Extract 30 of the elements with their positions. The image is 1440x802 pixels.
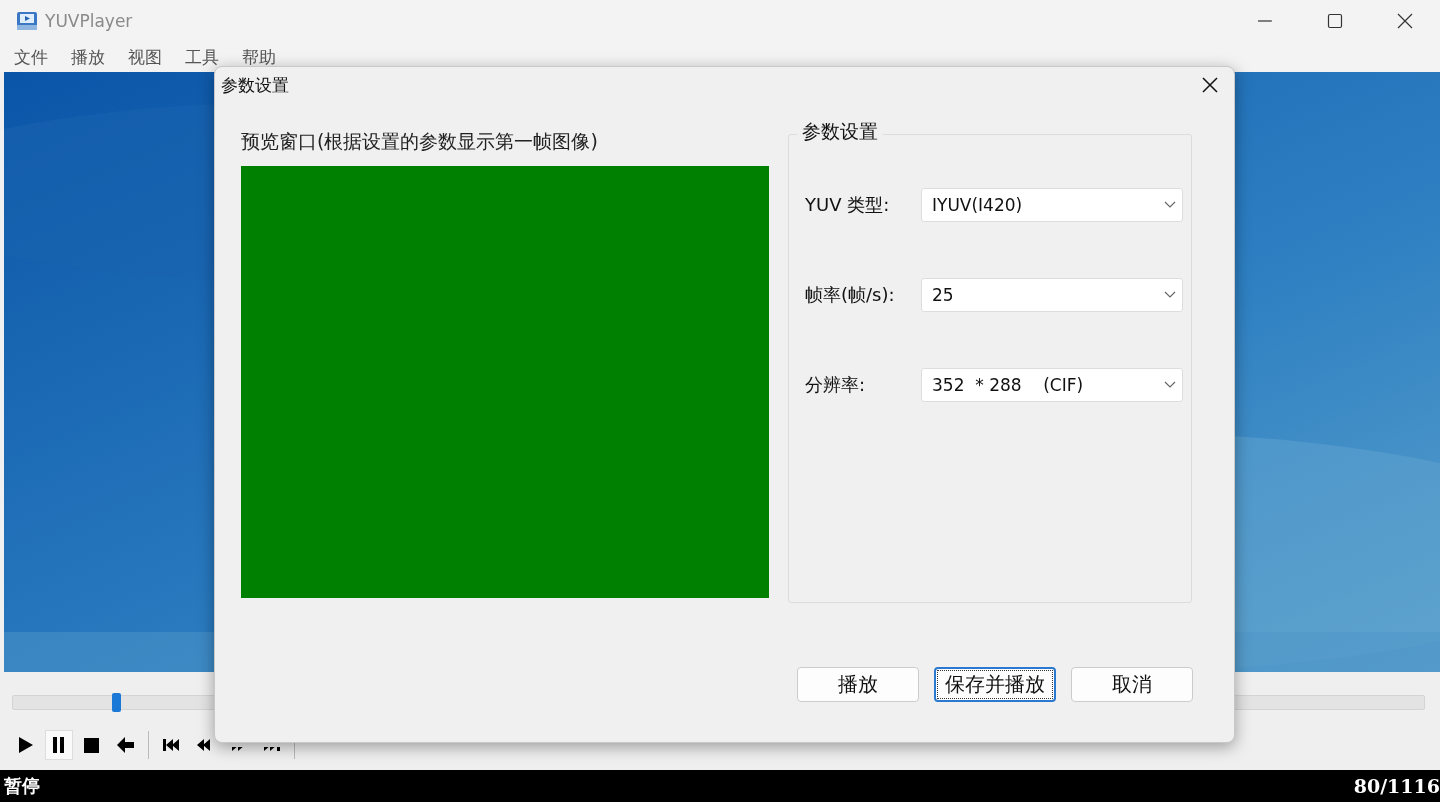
dialog-button[interactable]: 播放 — [797, 667, 919, 702]
menu-item[interactable]: 播放 — [64, 45, 112, 69]
field-label: 帧率(帧/s): — [805, 283, 896, 307]
dialog-button[interactable]: 保存并播放 — [934, 667, 1056, 702]
chevron-icon — [1164, 381, 1176, 389]
dropdown[interactable]: 352 * 288 (CIF) — [921, 368, 1183, 402]
preview-label: 预览窗口(根据设置的参数显示第一帧图像) — [241, 129, 599, 154]
dialog-button[interactable]: 取消 — [1071, 667, 1193, 702]
frame-counter: 80/1116 — [1353, 775, 1440, 797]
chevron-icon — [1164, 291, 1176, 299]
slider-thumb[interactable] — [112, 693, 121, 712]
left-arrow-icon — [115, 735, 135, 755]
maximize-icon[interactable] — [1326, 12, 1344, 30]
dropdown[interactable]: 25 — [921, 278, 1183, 312]
dropdown[interactable]: IYUV(I420) — [921, 188, 1183, 222]
window-title: YUVPlayer — [45, 11, 134, 31]
status-text: 暂停 — [4, 774, 40, 798]
field-label: YUV 类型: — [805, 193, 891, 217]
toggle-button[interactable] — [45, 730, 73, 760]
menu-item[interactable]: 工具 — [178, 45, 226, 69]
stop-icon — [82, 735, 102, 755]
dialog-title: 参数设置 — [221, 73, 289, 97]
chevron-icon — [1164, 201, 1176, 209]
close-icon[interactable] — [1396, 12, 1414, 30]
close-icon[interactable] — [1202, 77, 1218, 93]
menu-item[interactable]: 视图 — [121, 45, 169, 69]
field-label: 分辨率: — [805, 373, 867, 397]
menu-item[interactable]: 帮助 — [235, 45, 283, 69]
menu-item[interactable]: 文件 — [7, 45, 55, 69]
app-icon — [16, 10, 38, 32]
